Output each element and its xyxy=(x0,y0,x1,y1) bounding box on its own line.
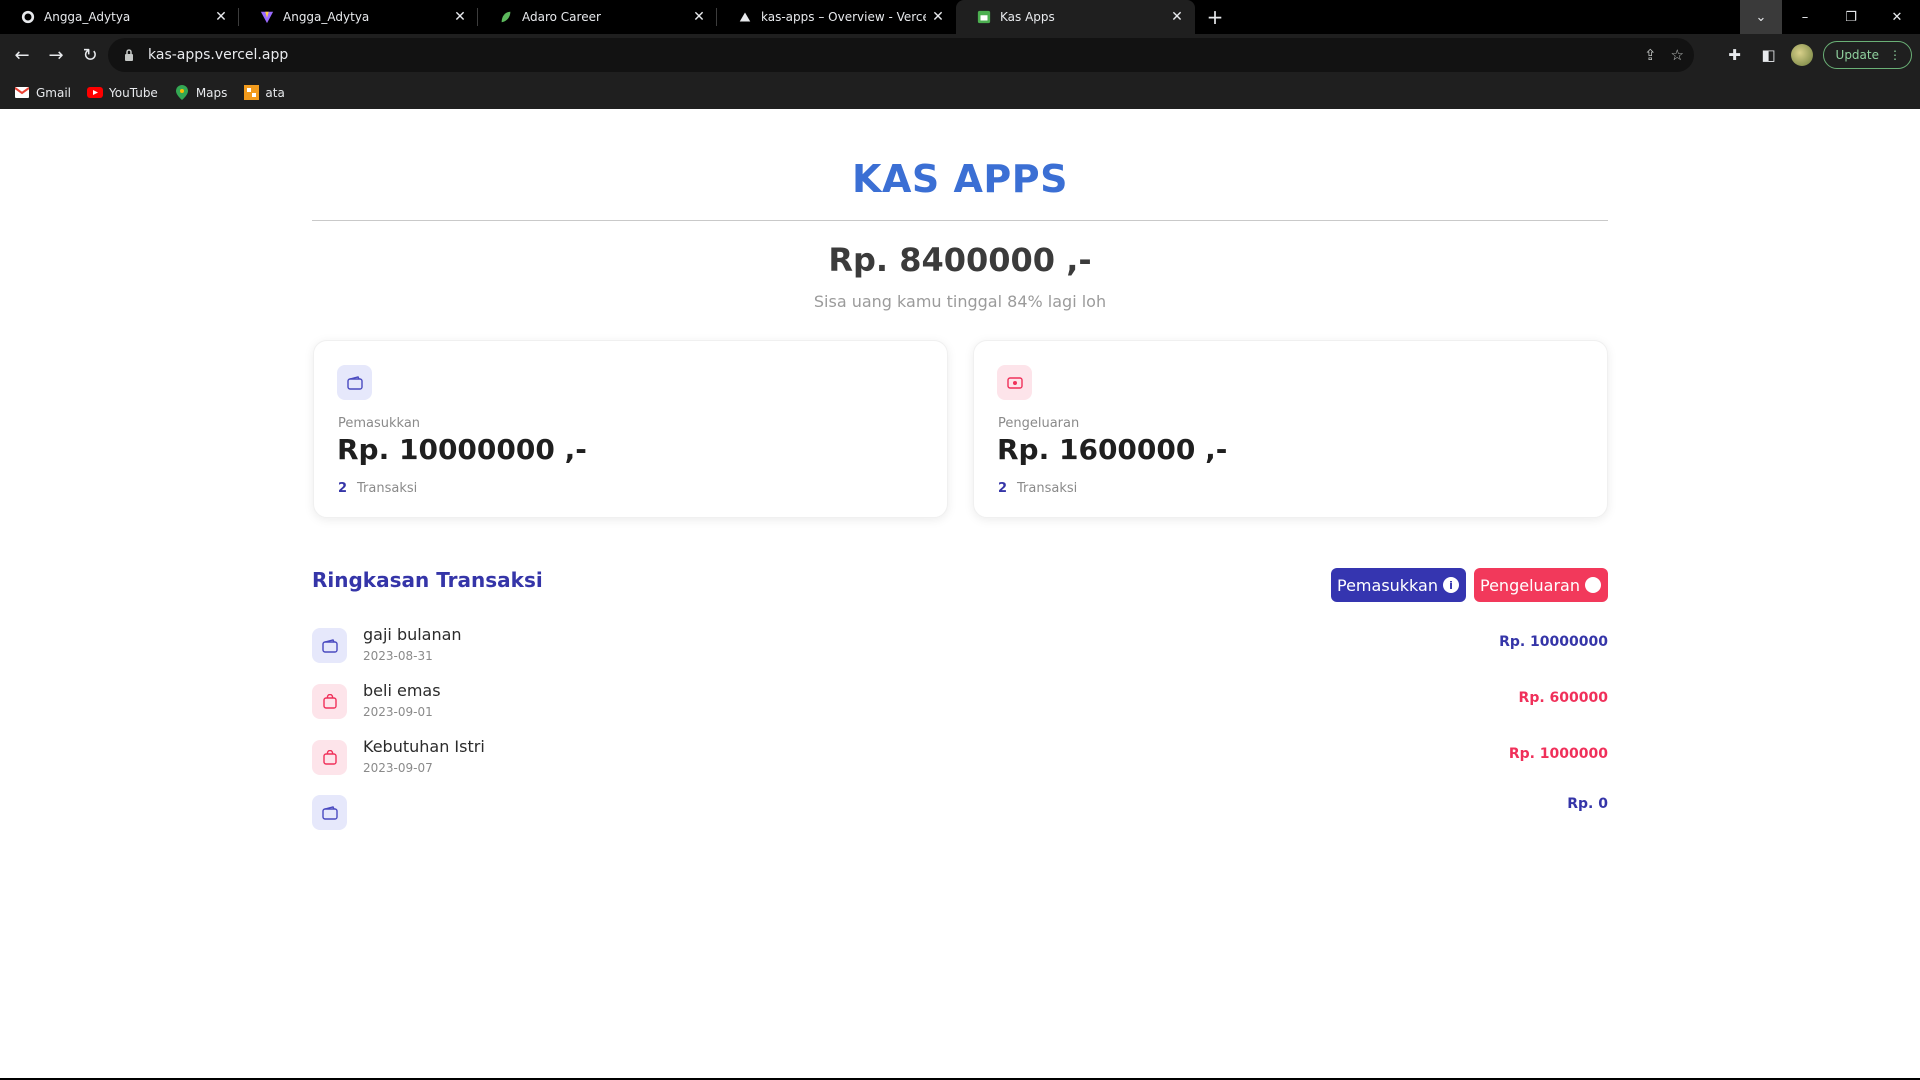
bookmark-maps[interactable]: Maps xyxy=(174,85,228,101)
dot-icon xyxy=(1584,577,1601,593)
back-icon[interactable]: ← xyxy=(6,39,38,71)
add-expense-label: Pengeluaran xyxy=(1480,575,1580,595)
wallet-icon xyxy=(312,628,347,663)
kas-apps-page: KAS APPS Rp. 8400000 ,- Sisa uang kamu t… xyxy=(0,109,1920,1078)
transaction-amount: Rp. 1000000 xyxy=(1508,746,1608,762)
bookmark-ata[interactable]: ata xyxy=(243,85,285,101)
income-count: 2 xyxy=(338,481,348,496)
balance-amount: Rp. 8400000 ,- xyxy=(828,241,1092,279)
income-card: Pemasukkan Rp. 10000000 ,- 2 Transaksi xyxy=(313,340,948,518)
shopping-bag-icon xyxy=(312,684,347,719)
transaction-name: gaji bulanan xyxy=(363,625,462,644)
transaction-amount: Rp. 600000 xyxy=(1518,690,1608,706)
tab-title: Adaro Career xyxy=(522,10,601,24)
summary-title: Ringkasan Transaksi xyxy=(312,568,543,592)
tab-vite[interactable]: Angga_Adytya ✕ xyxy=(239,0,478,34)
tab-vercel[interactable]: kas-apps – Overview - Vercel ✕ xyxy=(717,0,956,34)
kas-apps-icon xyxy=(976,9,992,25)
new-tab-button[interactable]: + xyxy=(1195,0,1235,34)
browser-toolbar: ← → ↻ kas-apps.vercel.app ⇪ ☆ ✚ ◧ Update… xyxy=(0,34,1920,76)
close-window-icon[interactable]: ✕ xyxy=(1874,0,1920,34)
reload-icon[interactable]: ↻ xyxy=(74,39,106,71)
transaction-row[interactable]: Rp. 0 xyxy=(312,792,1608,832)
balance-subtitle: Sisa uang kamu tinggal 84% lagi loh xyxy=(813,292,1107,311)
close-icon[interactable]: ✕ xyxy=(687,9,711,25)
toolbar-right: ✚ ◧ Update ⋮ xyxy=(1723,38,1912,72)
transaction-date: 2023-09-01 xyxy=(363,705,433,719)
bookmarks-bar: Gmail YouTube Maps ata xyxy=(0,76,1920,109)
info-icon: i xyxy=(1442,577,1459,593)
wallet-icon xyxy=(312,795,347,830)
add-income-button[interactable]: Pemasukkan i xyxy=(1331,568,1466,602)
tab-kas-apps[interactable]: Kas Apps ✕ xyxy=(956,0,1195,34)
title-divider xyxy=(312,220,1608,221)
side-panel-icon[interactable]: ◧ xyxy=(1757,43,1781,67)
bookmark-label: Gmail xyxy=(36,85,72,100)
tab-github[interactable]: Angga_Adytya ✕ xyxy=(0,0,239,34)
close-icon[interactable]: ✕ xyxy=(209,9,233,25)
address-bar[interactable]: kas-apps.vercel.app ⇪ ☆ xyxy=(108,38,1694,72)
bookmark-star-icon[interactable]: ☆ xyxy=(1671,46,1684,64)
omnibox-actions: ⇪ ☆ xyxy=(1644,38,1684,72)
gmail-icon xyxy=(14,85,30,101)
expense-count-label: Transaksi xyxy=(1017,481,1078,496)
transaction-date: 2023-09-07 xyxy=(363,761,433,775)
github-icon xyxy=(20,9,36,25)
income-count-label: Transaksi xyxy=(357,481,418,496)
add-income-label: Pemasukkan xyxy=(1337,575,1438,595)
bookmark-gmail[interactable]: Gmail xyxy=(14,85,71,101)
tab-title: kas-apps – Overview - Vercel xyxy=(761,10,926,24)
restore-icon[interactable]: ❐ xyxy=(1828,0,1874,34)
close-icon[interactable]: ✕ xyxy=(1165,9,1189,25)
bookmark-label: YouTube xyxy=(109,85,158,100)
ata-icon xyxy=(243,85,259,101)
lock-icon[interactable] xyxy=(122,48,136,62)
expense-count: 2 xyxy=(998,481,1008,496)
transaction-amount: Rp. 10000000 xyxy=(1499,634,1608,650)
tab-title: Kas Apps xyxy=(1000,10,1055,24)
minimize-icon[interactable]: – xyxy=(1782,0,1828,34)
close-icon[interactable]: ✕ xyxy=(926,9,950,25)
app-title: KAS APPS xyxy=(852,157,1068,201)
transaction-row[interactable]: beli emas 2023-09-01 Rp. 600000 xyxy=(312,681,1608,721)
add-expense-button[interactable]: Pengeluaran xyxy=(1474,568,1608,602)
transaction-amount: Rp. 0 xyxy=(1567,796,1608,812)
tab-strip: Angga_Adytya ✕ Angga_Adytya ✕ Adaro Care… xyxy=(0,0,1920,34)
adaro-icon xyxy=(498,9,514,25)
income-label: Pemasukkan xyxy=(338,416,421,431)
youtube-icon xyxy=(87,85,104,101)
transaction-name: Kebutuhan Istri xyxy=(363,737,485,756)
bookmark-youtube[interactable]: YouTube xyxy=(87,85,158,101)
update-button[interactable]: Update ⋮ xyxy=(1822,41,1912,69)
tab-adaro[interactable]: Adaro Career ✕ xyxy=(478,0,717,34)
vite-icon xyxy=(259,9,275,25)
profile-avatar[interactable] xyxy=(1790,44,1813,66)
expense-label: Pengeluaran xyxy=(998,416,1080,431)
forward-icon[interactable]: → xyxy=(40,39,72,71)
window-controls: ⌄ – ❐ ✕ xyxy=(1740,0,1920,34)
income-amount: Rp. 10000000 ,- xyxy=(337,433,587,466)
vercel-icon xyxy=(737,9,753,25)
cash-icon xyxy=(997,365,1032,400)
transaction-row[interactable]: gaji bulanan 2023-08-31 Rp. 10000000 xyxy=(312,625,1608,665)
maps-icon xyxy=(174,85,190,101)
transaction-row[interactable]: Kebutuhan Istri 2023-09-07 Rp. 1000000 xyxy=(312,737,1608,777)
transaction-name: beli emas xyxy=(363,681,441,700)
shopping-bag-icon xyxy=(312,740,347,775)
extensions-icon[interactable]: ✚ xyxy=(1723,43,1747,67)
bookmark-label: ata xyxy=(265,85,285,100)
tab-search-icon[interactable]: ⌄ xyxy=(1740,0,1782,34)
tab-title: Angga_Adytya xyxy=(283,10,370,24)
menu-dots-icon: ⋮ xyxy=(1889,48,1901,62)
wallet-icon xyxy=(337,365,372,400)
expense-amount: Rp. 1600000 ,- xyxy=(997,433,1228,466)
url-text: kas-apps.vercel.app xyxy=(148,47,289,63)
update-label: Update xyxy=(1835,48,1879,62)
share-icon[interactable]: ⇪ xyxy=(1644,46,1657,64)
expense-card: Pengeluaran Rp. 1600000 ,- 2 Transaksi xyxy=(973,340,1608,518)
tab-title: Angga_Adytya xyxy=(44,10,131,24)
transaction-date: 2023-08-31 xyxy=(363,649,433,663)
bookmark-label: Maps xyxy=(195,85,228,100)
close-icon[interactable]: ✕ xyxy=(448,9,472,25)
